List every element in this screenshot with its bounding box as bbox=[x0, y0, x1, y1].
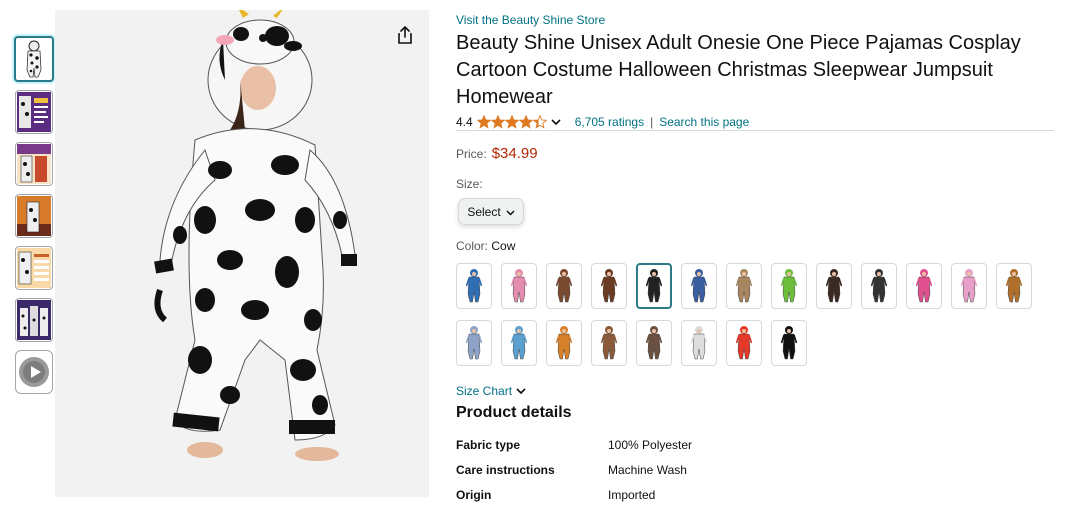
store-link[interactable]: Visit the Beauty Shine Store bbox=[456, 13, 605, 27]
rating-separator: | bbox=[650, 115, 654, 129]
cow-onesie-thumbnail-image bbox=[26, 40, 42, 78]
details-row: Origin Imported bbox=[456, 488, 692, 509]
details-value: Machine Wash bbox=[608, 463, 687, 477]
color-swatch[interactable] bbox=[591, 263, 627, 309]
halloween-thumbnail-image bbox=[17, 144, 51, 184]
details-row: Fabric type 100% Polyester bbox=[456, 438, 692, 463]
color-swatch[interactable] bbox=[546, 320, 582, 366]
onesie-thumbnail-image bbox=[646, 326, 662, 360]
color-swatch[interactable] bbox=[681, 263, 717, 309]
thumbnail-3[interactable] bbox=[15, 142, 53, 186]
onesie-thumbnail-image bbox=[826, 269, 842, 303]
color-swatch[interactable] bbox=[546, 263, 582, 309]
details-row: Care instructions Machine Wash bbox=[456, 463, 692, 488]
color-swatch[interactable] bbox=[456, 263, 492, 309]
video-play-icon bbox=[19, 357, 49, 387]
ratings-count-link[interactable]: 6,705 ratings bbox=[575, 115, 644, 129]
color-swatch[interactable] bbox=[996, 263, 1032, 309]
details-key: Care instructions bbox=[456, 463, 555, 477]
color-swatch[interactable] bbox=[501, 263, 537, 309]
product-details-heading: Product details bbox=[456, 404, 572, 421]
onesie-thumbnail-image bbox=[466, 326, 482, 360]
color-row: Color: Cow bbox=[456, 239, 515, 253]
star-icon bbox=[476, 115, 491, 129]
price-value: $34.99 bbox=[491, 145, 538, 162]
color-swatch[interactable] bbox=[591, 320, 627, 366]
size-chart-label: Size Chart bbox=[456, 384, 513, 398]
onesie-thumbnail-image bbox=[736, 269, 752, 303]
thumbnail-2[interactable] bbox=[15, 90, 53, 134]
color-label: Color: bbox=[456, 239, 489, 253]
price-label: Price: bbox=[456, 147, 487, 161]
onesie-thumbnail-image bbox=[601, 326, 617, 360]
price-row: Price: $34.99 bbox=[456, 145, 538, 162]
chevron-down-icon[interactable] bbox=[551, 115, 561, 129]
star-icon bbox=[532, 115, 547, 129]
color-swatch[interactable] bbox=[951, 263, 987, 309]
rating-value: 4.4 bbox=[456, 115, 473, 129]
color-swatch[interactable] bbox=[636, 320, 672, 366]
onesie-thumbnail-image bbox=[691, 326, 707, 360]
thumbnail-1[interactable] bbox=[14, 36, 54, 82]
lifestyle-thumbnail-image bbox=[17, 92, 51, 132]
star-icon bbox=[490, 115, 505, 129]
chevron-down-icon bbox=[516, 387, 526, 394]
size-chart-link[interactable]: Size Chart bbox=[456, 384, 526, 398]
onesie-thumbnail-image bbox=[961, 269, 977, 303]
details-key: Origin bbox=[456, 488, 492, 502]
color-swatch[interactable] bbox=[681, 320, 717, 366]
thumbnail-5[interactable] bbox=[15, 246, 53, 290]
color-swatch[interactable] bbox=[636, 263, 672, 309]
color-swatch[interactable] bbox=[816, 263, 852, 309]
christmas-thumbnail-image bbox=[17, 196, 51, 236]
rating-row: 4.4 6,705 ratings | Search this page bbox=[456, 114, 749, 130]
thumbnail-6[interactable] bbox=[15, 298, 53, 342]
color-swatch[interactable] bbox=[861, 263, 897, 309]
onesie-thumbnail-image bbox=[466, 269, 482, 303]
onesie-thumbnail-image bbox=[556, 269, 572, 303]
thumbnail-4[interactable] bbox=[15, 194, 53, 238]
onesie-thumbnail-image bbox=[871, 269, 887, 303]
group-thumbnail-image bbox=[17, 300, 51, 340]
details-value: 100% Polyester bbox=[608, 438, 693, 452]
onesie-thumbnail-image bbox=[511, 326, 527, 360]
onesie-thumbnail-image bbox=[781, 269, 797, 303]
star-rating[interactable] bbox=[476, 115, 547, 129]
size-dropdown-value: Select bbox=[467, 204, 501, 219]
chevron-down-icon bbox=[506, 205, 515, 219]
color-swatch[interactable] bbox=[906, 263, 942, 309]
product-details-table: Fabric type 100% Polyester Care instruct… bbox=[456, 438, 692, 509]
color-swatch[interactable] bbox=[771, 320, 807, 366]
color-swatch[interactable] bbox=[726, 263, 762, 309]
onesie-thumbnail-image bbox=[781, 326, 797, 360]
size-dropdown[interactable]: Select bbox=[458, 198, 524, 225]
color-swatch[interactable] bbox=[456, 320, 492, 366]
onesie-thumbnail-image bbox=[511, 269, 527, 303]
color-swatch[interactable] bbox=[501, 320, 537, 366]
details-key: Fabric type bbox=[456, 438, 521, 452]
onesie-thumbnail-image bbox=[1006, 269, 1022, 303]
onesie-thumbnail-image bbox=[916, 269, 932, 303]
size-label: Size: bbox=[456, 177, 483, 191]
divider bbox=[456, 130, 1054, 131]
color-swatch[interactable] bbox=[726, 320, 762, 366]
color-value: Cow bbox=[491, 239, 516, 253]
onesie-thumbnail-image bbox=[646, 269, 662, 303]
star-icon bbox=[518, 115, 533, 129]
onesie-thumbnail-image bbox=[736, 326, 752, 360]
product-title: Beauty Shine Unisex Adult Onesie One Pie… bbox=[456, 32, 1021, 108]
details-value: Imported bbox=[608, 488, 656, 502]
star-icon bbox=[504, 115, 519, 129]
search-this-page-link[interactable]: Search this page bbox=[659, 115, 749, 129]
thumbnail-list bbox=[14, 36, 55, 402]
share-icon[interactable] bbox=[395, 25, 415, 45]
size-info-thumbnail-image bbox=[17, 248, 51, 288]
onesie-thumbnail-image bbox=[601, 269, 617, 303]
thumbnail-video[interactable] bbox=[15, 350, 53, 394]
cow-onesie-model-image bbox=[55, 10, 429, 497]
color-swatch[interactable] bbox=[771, 263, 807, 309]
onesie-thumbnail-image bbox=[691, 269, 707, 303]
onesie-thumbnail-image bbox=[556, 326, 572, 360]
main-product-image[interactable] bbox=[55, 10, 429, 497]
